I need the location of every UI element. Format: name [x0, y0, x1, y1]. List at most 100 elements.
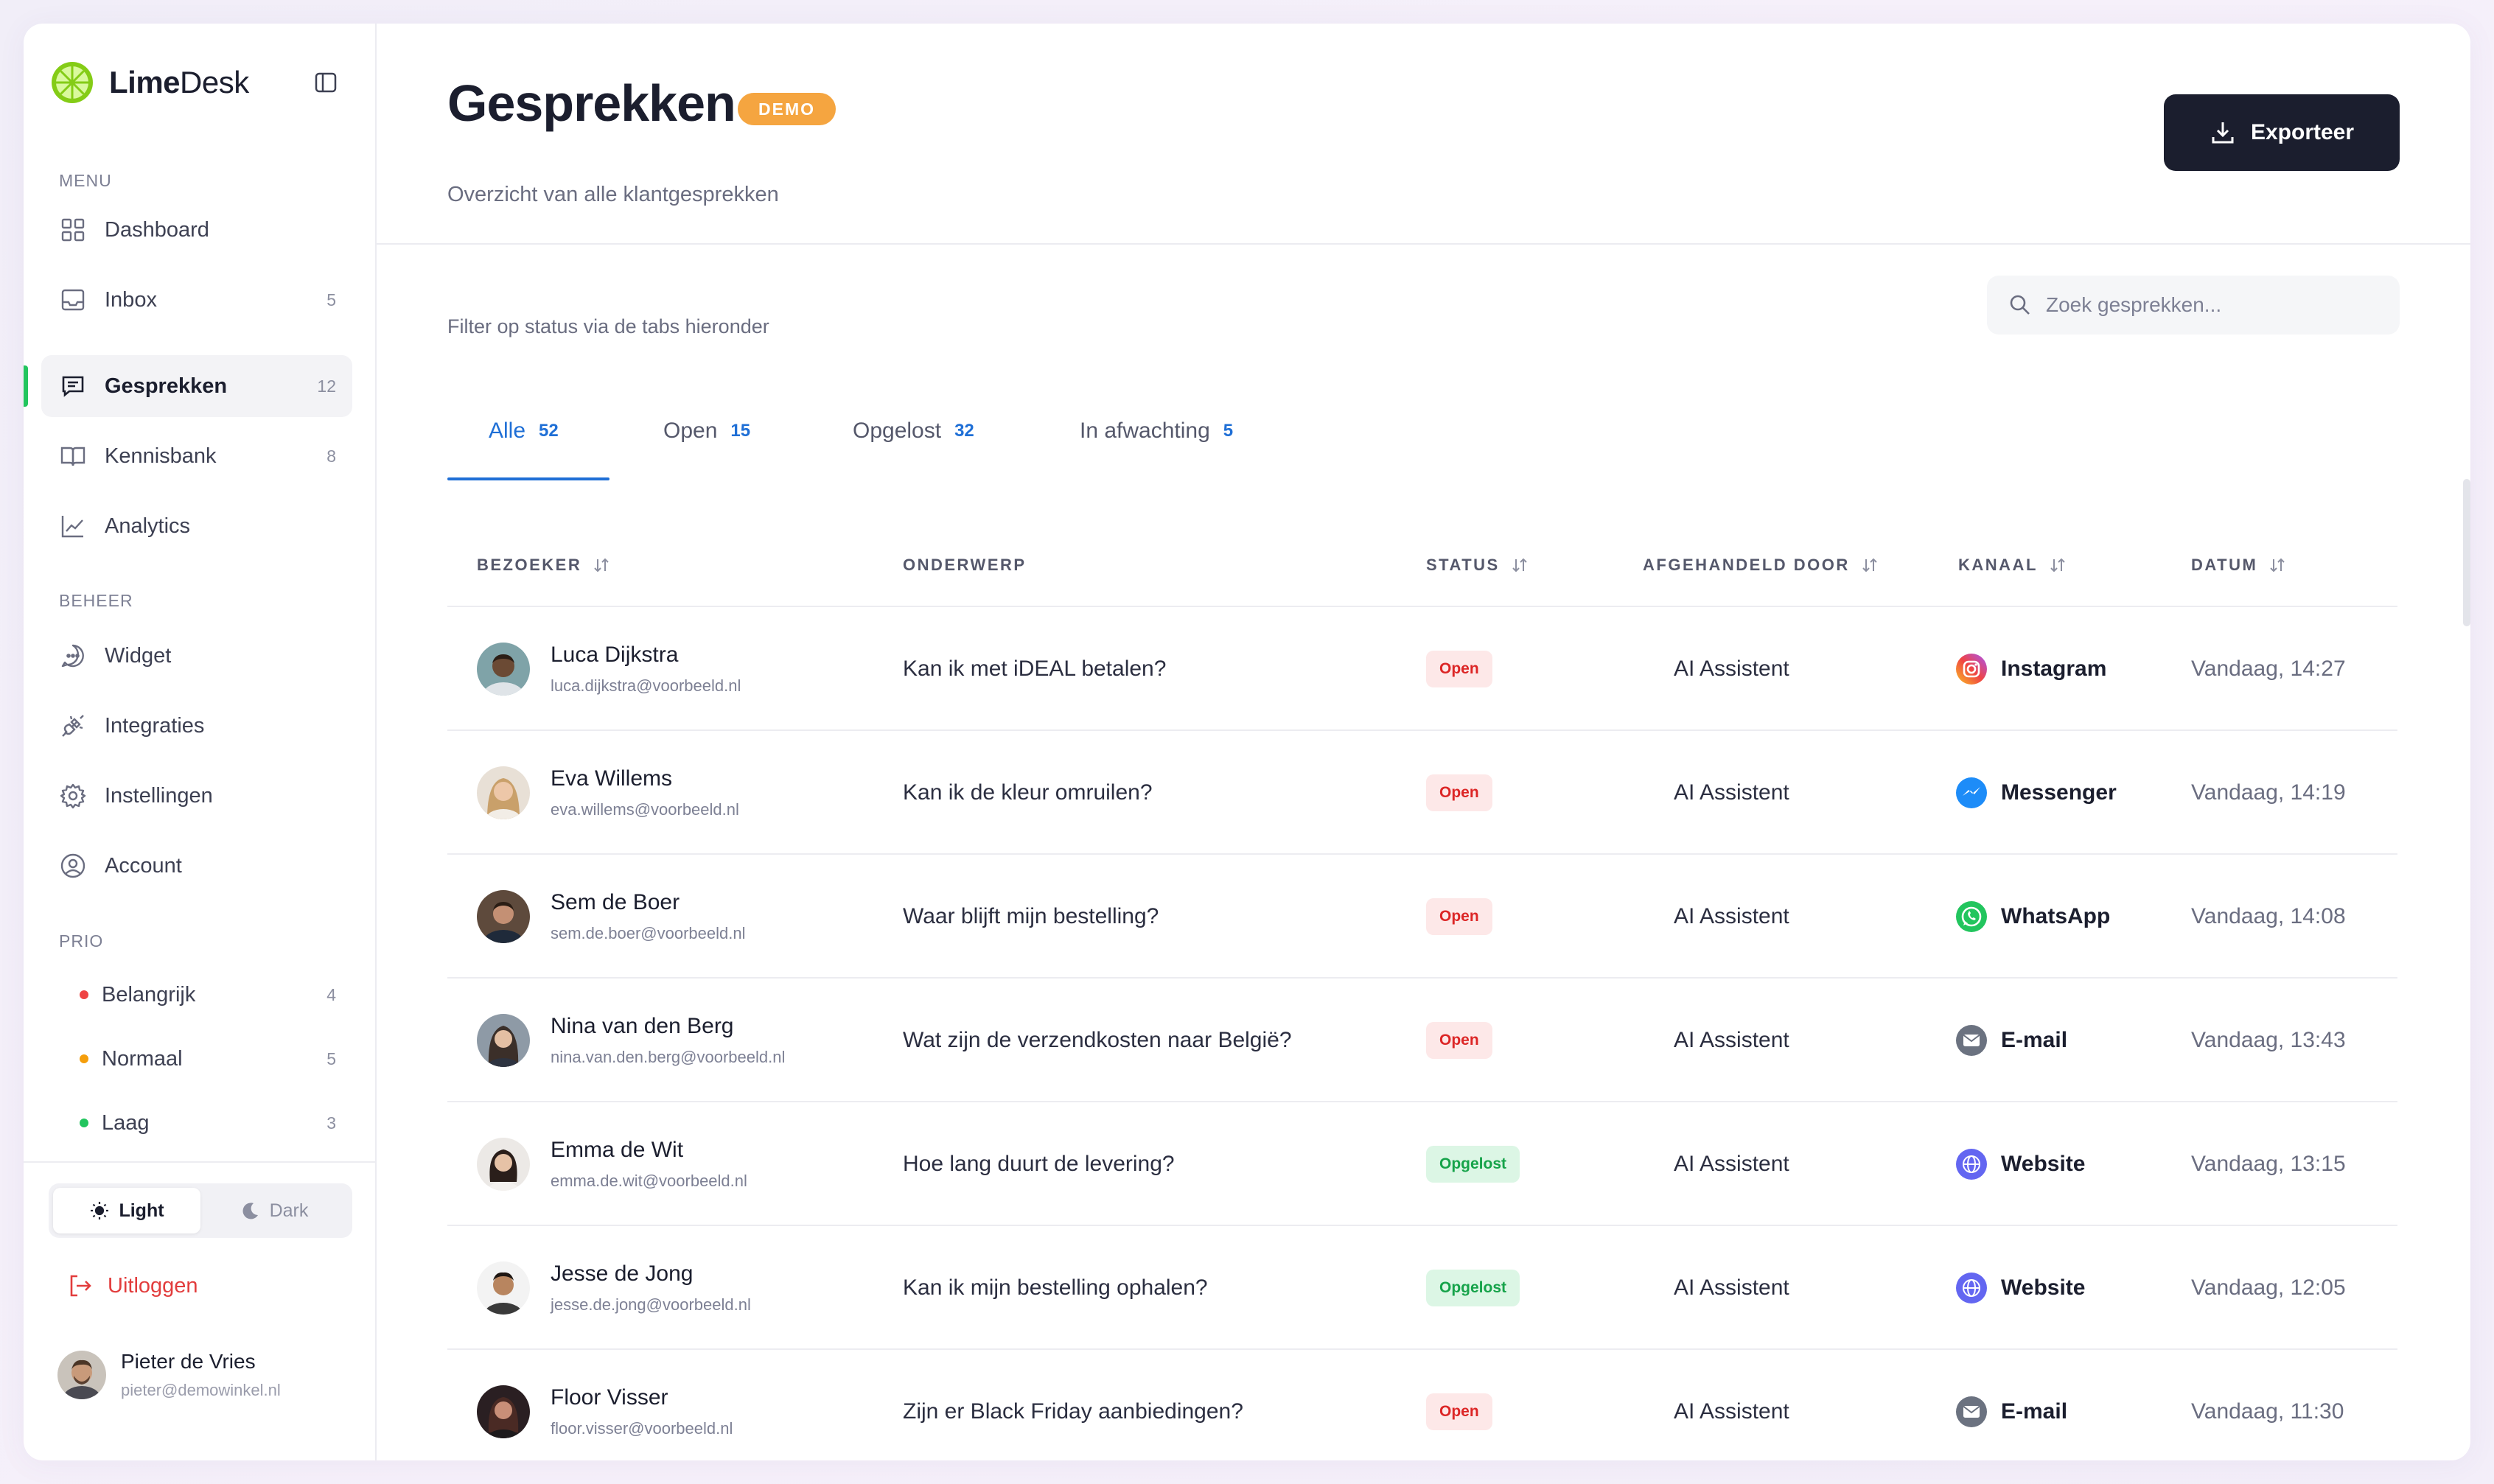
subject-cell: Kan ik de kleur omruilen? — [903, 780, 1153, 805]
theme-light-option[interactable]: Light — [53, 1188, 200, 1233]
visitor-cell: Luca Dijkstra luca.dijkstra@voorbeeld.nl — [477, 607, 741, 731]
lime-logo-icon — [52, 62, 93, 103]
visitor-name: Eva Willems — [551, 766, 673, 791]
theme-toggle: Light Dark — [49, 1183, 352, 1238]
table-row[interactable]: Eva Willems eva.willems@voorbeeld.nl Kan… — [447, 731, 2397, 855]
plug-icon — [62, 715, 84, 737]
handler-cell: AI Assistent — [1674, 1275, 1789, 1300]
prio-item-normaal[interactable]: Normaal 5 — [41, 1033, 352, 1085]
email-icon — [1956, 1396, 1987, 1427]
globe-icon — [1956, 1273, 1987, 1303]
menu-section-label: MENU — [59, 171, 112, 190]
status-tabs: Alle 52 Open 15 Opgelost 32 In afwachtin… — [447, 382, 2397, 480]
table-row[interactable]: Jesse de Jong jesse.de.jong@voorbeeld.nl… — [447, 1226, 2397, 1350]
sidebar-item-kennisbank[interactable]: Kennisbank 8 — [41, 425, 352, 487]
sidebar-item-label: Instellingen — [105, 783, 213, 808]
column-header-bezoeker[interactable]: BEZOEKER — [477, 523, 611, 607]
column-header-status[interactable]: STATUS — [1426, 523, 1529, 607]
visitor-name: Sem de Boer — [551, 890, 680, 914]
channel-cell: Instagram — [1955, 607, 2106, 731]
tab-label: Alle — [489, 419, 526, 443]
user-name: Pieter de Vries — [121, 1350, 256, 1373]
sidebar-item-account[interactable]: Account — [41, 835, 352, 897]
sidebar-item-label: Gesprekken — [105, 374, 228, 398]
status-badge: Open — [1426, 898, 1492, 935]
theme-dark-option[interactable]: Dark — [200, 1188, 348, 1233]
visitor-name: Nina van den Berg — [551, 1014, 734, 1038]
user-email: pieter@demowinkel.nl — [121, 1381, 281, 1399]
tab-count: 32 — [954, 421, 974, 441]
channel-cell: Messenger — [1955, 731, 2117, 855]
status-badge: Open — [1426, 651, 1492, 687]
column-header-kanaal[interactable]: KANAAL — [1958, 523, 2067, 607]
prio-dot — [80, 990, 88, 999]
sidebar-item-inbox[interactable]: Inbox 5 — [41, 269, 352, 331]
visitor-email: floor.visser@voorbeeld.nl — [551, 1419, 733, 1438]
table-row[interactable]: Emma de Wit emma.de.wit@voorbeeld.nl Hoe… — [447, 1102, 2397, 1226]
tab-count: 15 — [730, 421, 751, 441]
messenger-icon — [1956, 777, 1987, 808]
handler-cell: AI Assistent — [1674, 1399, 1789, 1424]
handler-cell: AI Assistent — [1674, 657, 1789, 681]
user-avatar — [57, 1351, 106, 1399]
sidebar-item-label: Inbox — [105, 287, 157, 312]
sidebar-item-dashboard[interactable]: Dashboard — [41, 199, 352, 261]
date-cell: Vandaag, 12:05 — [2191, 1275, 2346, 1300]
table-row[interactable]: Nina van den Berg nina.van.den.berg@voor… — [447, 979, 2397, 1102]
sidebar-item-label: Kennisbank — [105, 444, 217, 468]
visitor-email: eva.willems@voorbeeld.nl — [551, 800, 739, 819]
tab-label: Opgelost — [853, 419, 942, 443]
column-header-datum[interactable]: DATUM — [2191, 523, 2287, 607]
tab-open[interactable]: Open 15 — [663, 382, 750, 480]
chat-icon — [62, 376, 84, 397]
active-tab-underline — [447, 477, 609, 480]
status-cell: Open — [1426, 731, 1492, 855]
prio-item-laag[interactable]: Laag 3 — [41, 1097, 352, 1149]
export-button[interactable]: Exporteer — [2164, 94, 2400, 171]
sidebar-item-widget[interactable]: Widget — [41, 625, 352, 687]
user-profile[interactable]: Pieter de Vries pieter@demowinkel.nl — [57, 1350, 281, 1400]
visitor-name: Jesse de Jong — [551, 1261, 694, 1286]
sidebar-collapse-icon[interactable] — [314, 71, 338, 94]
email-icon — [1956, 1025, 1987, 1056]
search-input[interactable] — [2046, 293, 2385, 317]
status-cell: Open — [1426, 607, 1492, 731]
tab-alle[interactable]: Alle 52 — [489, 382, 559, 480]
visitor-email: jesse.de.jong@voorbeeld.nl — [551, 1295, 751, 1314]
visitor-cell: Emma de Wit emma.de.wit@voorbeeld.nl — [477, 1102, 747, 1226]
prio-count: 4 — [326, 984, 336, 1004]
prio-item-belangrijk[interactable]: Belangrijk 4 — [41, 969, 352, 1021]
avatar — [477, 766, 530, 819]
search-icon — [2010, 295, 2030, 315]
sidebar-item-count: 8 — [326, 446, 336, 466]
table-row[interactable]: Luca Dijkstra luca.dijkstra@voorbeeld.nl… — [447, 607, 2397, 731]
sidebar-item-gesprekken[interactable]: Gesprekken 12 — [41, 355, 352, 417]
date-cell: Vandaag, 14:08 — [2191, 904, 2346, 928]
logout-button[interactable]: Uitloggen — [66, 1272, 198, 1300]
date-cell: Vandaag, 13:43 — [2191, 1028, 2346, 1052]
avatar — [477, 643, 530, 696]
sidebar-item-instellingen[interactable]: Instellingen — [41, 765, 352, 827]
tab-in-afwachting[interactable]: In afwachting 5 — [1080, 382, 1233, 480]
status-badge: Opgelost — [1426, 1270, 1520, 1306]
sidebar-item-integraties[interactable]: Integraties — [41, 695, 352, 757]
scrollbar-thumb[interactable] — [2463, 479, 2470, 626]
channel-cell: Website — [1955, 1226, 2085, 1350]
book-icon — [60, 447, 85, 466]
visitor-cell: Nina van den Berg nina.van.den.berg@voor… — [477, 979, 785, 1102]
column-header-onderwerp[interactable]: ONDERWERP — [903, 523, 1027, 607]
main-content: Gesprekken DEMO Overzicht van alle klant… — [377, 24, 2470, 1460]
table-row[interactable]: Floor Visser floor.visser@voorbeeld.nl Z… — [447, 1350, 2397, 1460]
channel-name: WhatsApp — [2001, 904, 2111, 928]
tab-opgelost[interactable]: Opgelost 32 — [853, 382, 974, 480]
filter-hint: Filter op status via de tabs hieronder — [447, 315, 769, 337]
avatar — [477, 1014, 530, 1067]
status-cell: Opgelost — [1426, 1226, 1520, 1350]
handler-cell: AI Assistent — [1674, 904, 1789, 928]
date-cell: Vandaag, 13:15 — [2191, 1152, 2346, 1176]
visitor-cell: Sem de Boer sem.de.boer@voorbeeld.nl — [477, 855, 745, 979]
column-header-afgehandeld-door[interactable]: AFGEHANDELD DOOR — [1643, 523, 1879, 607]
prio-label: Laag — [102, 1110, 150, 1135]
sidebar-item-analytics[interactable]: Analytics — [41, 495, 352, 557]
table-row[interactable]: Sem de Boer sem.de.boer@voorbeeld.nl Waa… — [447, 855, 2397, 979]
